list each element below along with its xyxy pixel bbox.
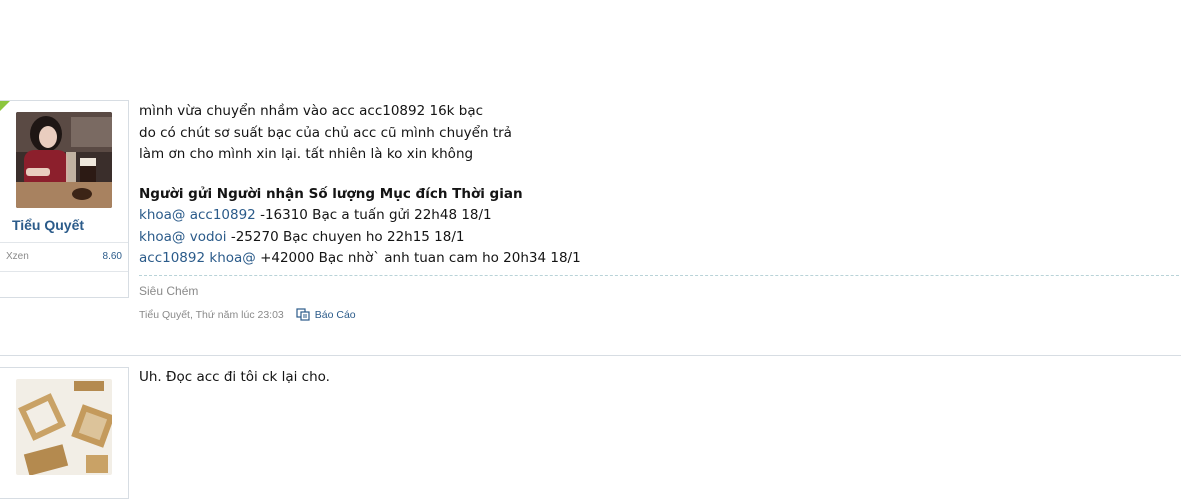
post-content: Uh. Đọc acc đi tôi ck lại cho. xyxy=(139,367,1179,389)
signature-area: Siêu Chém Tiểu Quyết, Thứ năm lúc 23:03 … xyxy=(139,275,1179,321)
row-details: -25270 Bạc chuyen ho 22h15 18/1 xyxy=(226,228,465,245)
table-row: acc10892 khoa@ +42000 Bạc nhờ` anh tuan … xyxy=(139,248,1179,270)
row-details: -16310 Bạc a tuấn gửi 22h48 18/1 xyxy=(255,207,492,223)
signature: Siêu Chém xyxy=(139,284,199,298)
message-line: Uh. Đọc acc đi tôi ck lại cho. xyxy=(139,369,330,385)
report-icon xyxy=(296,308,310,321)
new-post-corner-marker xyxy=(0,101,10,111)
avatar[interactable] xyxy=(16,112,112,208)
receiver-link[interactable]: acc10892 xyxy=(190,207,256,223)
post: Uh. Đọc acc đi tôi ck lại cho. xyxy=(0,355,1181,499)
message-line: mình vừa chuyển nhầm vào acc acc10892 16… xyxy=(139,103,484,119)
table-row: khoa@ acc10892 -16310 Bạc a tuấn gửi 22h… xyxy=(139,205,1179,227)
sender-link[interactable]: khoa@ xyxy=(139,229,185,245)
post: Tiểu Quyết Xzen 8.60 mình vừa chuyển nhầ… xyxy=(0,100,1181,340)
message-line: do có chút sơ suất bạc của chủ acc cũ mì… xyxy=(139,124,512,141)
sender-link[interactable]: acc10892 xyxy=(139,250,205,266)
post-author-date[interactable]: Tiểu Quyết, Thứ năm lúc 23:03 xyxy=(139,309,284,321)
stat-value: 8.60 xyxy=(102,251,122,262)
sender-link[interactable]: khoa@ xyxy=(139,207,185,223)
receiver-link[interactable]: khoa@ xyxy=(209,250,255,266)
post-content: mình vừa chuyển nhầm vào acc acc10892 16… xyxy=(139,101,1179,270)
row-details: +42000 Bạc nhờ` anh tuan cam ho 20h34 18… xyxy=(255,250,581,266)
user-card xyxy=(0,367,129,499)
user-card: Tiểu Quyết Xzen 8.60 xyxy=(0,100,129,298)
user-stats: Xzen 8.60 xyxy=(0,242,128,272)
post-meta: Tiểu Quyết, Thứ năm lúc 23:03 Báo Cáo xyxy=(139,308,356,321)
table-row: khoa@ vodoi -25270 Bạc chuyen ho 22h15 1… xyxy=(139,227,1179,249)
stat-label: Xzen xyxy=(6,251,29,262)
table-header: Người gửi Người nhận Số lượng Mục đích T… xyxy=(139,185,523,202)
report-button[interactable]: Báo Cáo xyxy=(296,308,356,321)
message-line: làm ơn cho mình xin lại. tất nhiên là ko… xyxy=(139,146,474,162)
report-label: Báo Cáo xyxy=(314,308,356,321)
avatar[interactable] xyxy=(16,379,112,475)
receiver-link[interactable]: vodoi xyxy=(190,229,227,245)
username[interactable]: Tiểu Quyết xyxy=(0,217,96,233)
